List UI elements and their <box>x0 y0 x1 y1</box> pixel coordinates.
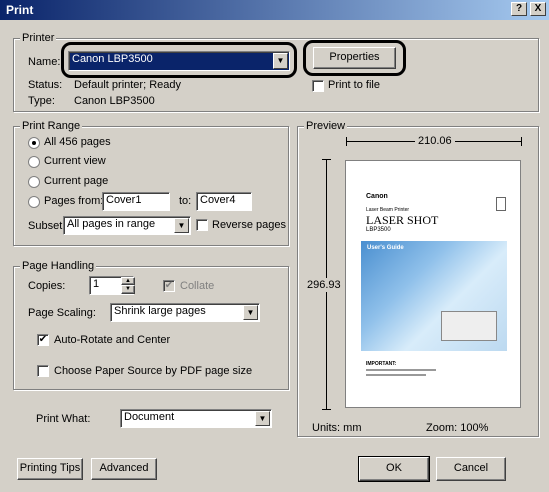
chevron-down-icon[interactable]: ▼ <box>243 305 258 320</box>
print-range-group-label: Print Range <box>20 120 83 132</box>
subset-value: All pages in range <box>67 218 156 230</box>
print-to-file-label: Print to file <box>328 79 380 91</box>
all-pages-label: All 456 pages <box>44 136 111 148</box>
print-dialog: Print ? X Printer Name: Canon LBP3500 ▼ … <box>0 0 549 492</box>
preview-page: Canon Laser Beam Printer LASER SHOT LBP3… <box>345 160 521 408</box>
advanced-label: Advanced <box>99 462 149 474</box>
print-what-select[interactable]: Document ▼ <box>120 409 272 428</box>
print-what-label: Print What: <box>36 413 91 425</box>
status-value: Default printer; Ready <box>74 79 181 91</box>
page-note: IMPORTANT: <box>366 361 397 367</box>
current-page-radio[interactable] <box>28 176 40 188</box>
page-brand: Canon <box>366 193 388 200</box>
close-button[interactable]: X <box>530 2 546 16</box>
page-handling-group-label: Page Handling <box>20 260 97 272</box>
cancel-button[interactable]: Cancel <box>436 457 506 481</box>
page-text-line <box>366 369 436 371</box>
page-scaling-value: Shrink large pages <box>114 305 206 317</box>
width-dimension-tick-right <box>521 137 522 146</box>
chevron-down-icon[interactable]: ▼ <box>174 218 189 233</box>
chevron-down-icon[interactable]: ▼ <box>255 411 270 426</box>
pages-to-input[interactable]: Cover4 <box>196 192 252 211</box>
properties-button[interactable]: Properties <box>313 47 396 69</box>
advanced-button[interactable]: Advanced <box>91 458 157 480</box>
ok-button[interactable]: OK <box>358 456 430 482</box>
printer-name-select[interactable]: Canon LBP3500 ▼ <box>68 51 290 71</box>
collate-label: Collate <box>180 280 215 292</box>
cancel-label: Cancel <box>453 462 489 474</box>
name-label: Name: <box>28 56 61 68</box>
copies-label: Copies: <box>28 280 66 292</box>
page-text-line <box>366 374 426 376</box>
copies-down-button[interactable]: ▼ <box>121 285 135 294</box>
preview-group-label: Preview <box>304 120 348 132</box>
page-scaling-select[interactable]: Shrink large pages ▼ <box>110 303 260 322</box>
ok-label: OK <box>386 462 402 474</box>
page-cover-image: User's Guide <box>361 241 507 351</box>
reverse-pages-checkbox[interactable] <box>196 219 208 231</box>
copies-up-button[interactable]: ▲ <box>121 277 135 285</box>
reverse-pages-label: Reverse pages <box>212 219 286 231</box>
to-label: to: <box>179 195 192 207</box>
subset-label: Subset: <box>28 220 66 232</box>
chevron-down-icon[interactable]: ▼ <box>273 53 288 69</box>
page-model: LBP3500 <box>366 227 391 233</box>
pages-from-input[interactable]: Cover1 <box>102 192 170 211</box>
auto-rotate-checkbox[interactable]: ✔ <box>37 334 49 346</box>
printer-group-label: Printer <box>20 32 57 44</box>
page-title: LASER SHOT <box>366 213 439 227</box>
width-dimension-tick-left <box>346 137 347 146</box>
height-dimension-tick-top <box>322 159 331 160</box>
current-page-label: Current page <box>44 175 109 187</box>
title-bar[interactable]: Print ? X <box>0 0 549 20</box>
current-view-radio[interactable] <box>28 156 40 168</box>
type-label: Type: <box>28 95 55 107</box>
all-pages-radio[interactable] <box>28 137 40 149</box>
subset-select[interactable]: All pages in range ▼ <box>63 216 191 235</box>
page-scaling-label: Page Scaling: <box>28 307 96 319</box>
page-section: User's Guide <box>367 245 404 251</box>
print-to-file-checkbox[interactable] <box>312 80 324 92</box>
pages-from-radio[interactable] <box>28 196 40 208</box>
page-logo-icon <box>496 197 506 211</box>
properties-label: Properties <box>329 51 380 63</box>
current-view-label: Current view <box>44 155 106 167</box>
window-title: Print <box>6 3 34 17</box>
preview-width-value: 210.06 <box>415 135 455 147</box>
preview-height-value: 296.93 <box>306 278 342 292</box>
pages-from-label: Pages from: <box>44 195 104 207</box>
copies-value: 1 <box>93 278 100 290</box>
height-dimension-tick-bottom <box>322 409 331 410</box>
print-what-value: Document <box>124 411 175 423</box>
auto-rotate-label: Auto-Rotate and Center <box>54 334 171 346</box>
printer-image-icon <box>441 311 497 341</box>
choose-paper-checkbox[interactable] <box>37 365 49 377</box>
help-button[interactable]: ? <box>511 2 527 16</box>
collate-checkbox[interactable]: ✔ <box>163 280 175 292</box>
printer-name-value: Canon LBP3500 <box>72 53 153 65</box>
zoom-label: Zoom: 100% <box>426 422 489 434</box>
units-label: Units: mm <box>312 422 362 434</box>
choose-paper-label: Choose Paper Source by PDF page size <box>54 365 253 377</box>
printing-tips-button[interactable]: Printing Tips <box>17 458 83 480</box>
printing-tips-label: Printing Tips <box>19 462 81 474</box>
status-label: Status: <box>28 79 63 91</box>
type-value: Canon LBP3500 <box>74 95 155 107</box>
